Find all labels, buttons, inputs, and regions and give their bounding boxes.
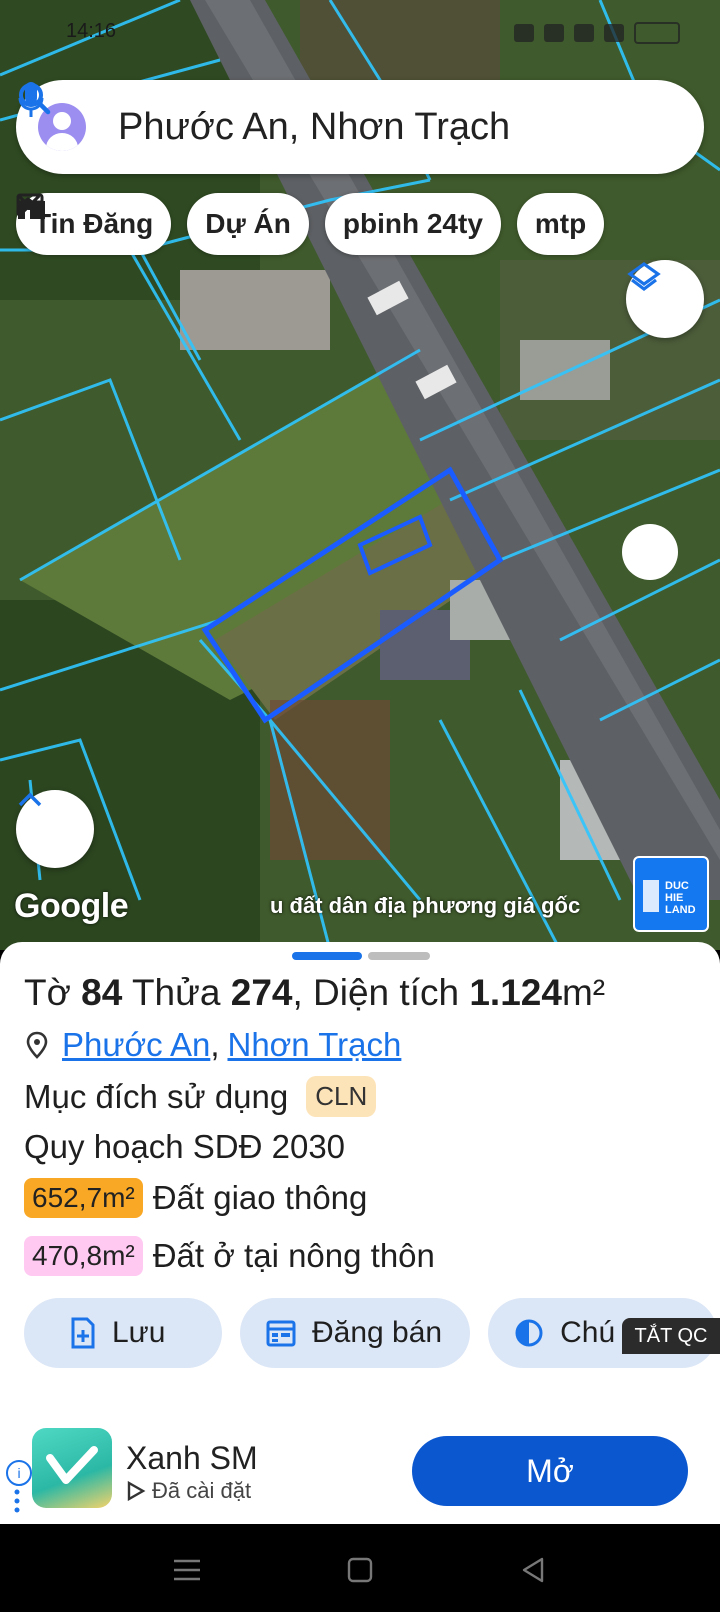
- signal-icon: [604, 24, 624, 42]
- chip-label: Tin Đăng: [34, 208, 154, 239]
- zone-label: Đất giao thông: [152, 1179, 368, 1216]
- ward-link[interactable]: Phước An: [62, 1026, 210, 1064]
- contrast-icon: [515, 1319, 543, 1347]
- ad-options-icon[interactable]: [14, 1488, 20, 1514]
- chip-mtp[interactable]: mtp: [17, 193, 605, 255]
- ad-app-name: Xanh SM: [126, 1440, 258, 1476]
- play-store-icon: [127, 1481, 146, 1501]
- chip-label: mtp: [534, 208, 587, 239]
- parcel-location: Phước An, Nhơn Trạch: [24, 1026, 401, 1064]
- menu-icon[interactable]: [172, 1558, 202, 1582]
- chip-label: Dự Án: [205, 208, 291, 239]
- open-app-button[interactable]: Mở: [412, 1436, 688, 1506]
- ad-banner[interactable]: i Xanh SM Đã cài đặt Mở: [0, 1412, 720, 1524]
- layers-button[interactable]: [626, 260, 704, 338]
- ad-install-status: Đã cài đặt: [126, 1478, 251, 1504]
- parcel-title: Tờ 84 Thửa 274, Diện tích 1.124m²: [24, 972, 606, 1013]
- filter-chips: Tin Đăng Dự Án pbinh 24ty mtp: [16, 193, 605, 255]
- system-nav-bar: [0, 1524, 720, 1612]
- chip-pbinh[interactable]: pbinh 24ty: [17, 193, 501, 255]
- home-icon[interactable]: [346, 1556, 374, 1584]
- district-link[interactable]: Nhơn Trạch: [227, 1026, 401, 1064]
- back-icon[interactable]: [520, 1556, 546, 1584]
- google-attribution: Google: [14, 887, 129, 925]
- chip-label: pbinh 24ty: [342, 208, 483, 239]
- microphone-icon[interactable]: [18, 82, 678, 149]
- zone-row: 652,7m² Đất giao thông: [24, 1178, 367, 1218]
- zone-row: 470,8m² Đất ở tại nông thôn: [24, 1236, 435, 1276]
- zone-area-badge: 652,7m²: [24, 1178, 143, 1218]
- search-query[interactable]: Phước An, Nhơn Trạch: [118, 106, 572, 149]
- wifi-icon: [574, 24, 594, 42]
- sheet-page-indicator-active[interactable]: [292, 952, 362, 960]
- parcel-info-sheet: Tờ 84 Thửa 274, Diện tích 1.124m² Phước …: [0, 942, 720, 1412]
- search-icon[interactable]: [19, 83, 616, 149]
- location-pin-icon: [26, 1031, 48, 1059]
- sheet-page-indicator[interactable]: [368, 952, 430, 960]
- layers-icon: [627, 262, 661, 291]
- map-watermark: u đất dân địa phương giá gốc: [270, 893, 581, 918]
- ad-info-icon[interactable]: i: [6, 1460, 32, 1486]
- plan-title: Quy hoạch SDĐ 2030: [24, 1128, 346, 1165]
- zone-label: Đất ở tại nông thôn: [152, 1237, 435, 1274]
- action-buttons: Lưu Đăng bán Chú thích: [24, 1298, 717, 1368]
- status-bar: 14:16: [0, 18, 720, 48]
- map-view[interactable]: 14:16 Phước An, Nhơn Trạch Tin Đăng Dự Á…: [0, 0, 720, 950]
- land-use-purpose: Mục đích sử dụng CLN: [24, 1076, 377, 1117]
- status-time: 14:16: [66, 20, 117, 42]
- zone-area-badge: 470,8m²: [24, 1236, 143, 1276]
- sheet-number: 84: [81, 972, 123, 1013]
- battery-icon: [634, 22, 680, 44]
- calendar-icon: [266, 1320, 296, 1347]
- post-sale-button[interactable]: Đăng bán: [240, 1298, 471, 1368]
- chevron-up-icon: [18, 792, 42, 807]
- save-doc-icon: [71, 1317, 95, 1349]
- purpose-badge: CLN: [306, 1076, 377, 1117]
- alarm-icon: [514, 24, 534, 42]
- chip-du-an[interactable]: Dự Án: [18, 193, 309, 255]
- xanh-sm-app-icon[interactable]: [32, 1428, 112, 1508]
- area-value: 1.124: [469, 972, 562, 1013]
- close-ad-button[interactable]: TẮT QC: [622, 1318, 720, 1354]
- duc-hien-land-logo: DUC HIE LAND: [633, 856, 709, 932]
- pattern-icon: [17, 194, 41, 218]
- save-button[interactable]: Lưu: [24, 1298, 222, 1368]
- building-logo-icon: [643, 880, 659, 912]
- search-bar[interactable]: Phước An, Nhơn Trạch: [16, 80, 704, 174]
- lot-number: 274: [230, 972, 293, 1013]
- location-status-icon: [544, 24, 564, 42]
- status-icons: [514, 22, 680, 44]
- expand-up-button[interactable]: [16, 790, 94, 868]
